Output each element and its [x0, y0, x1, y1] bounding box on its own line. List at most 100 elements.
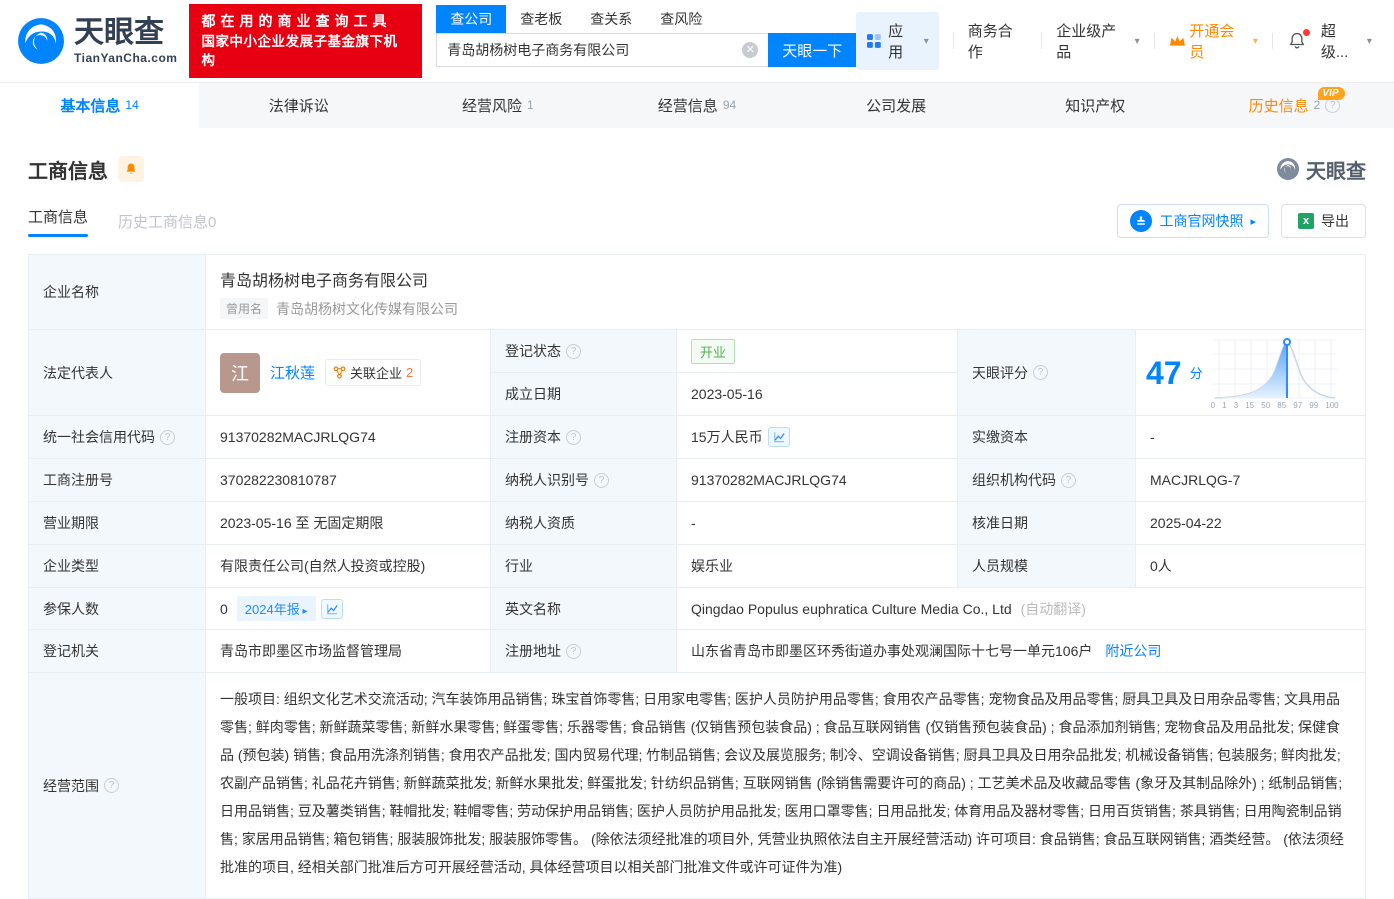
chevron-down-icon: ▾ — [924, 36, 929, 47]
annual-report-badge[interactable]: 2024年报 — [237, 596, 316, 621]
legal-rep-avatar[interactable]: 江 — [220, 353, 260, 393]
help-icon[interactable] — [566, 430, 581, 445]
scope-text: 一般项目: 组织文化艺术交流活动; 汽车装饰用品销售; 珠宝首饰零售; 日用家电… — [206, 673, 1365, 898]
taxpayer-quality-value: - — [677, 502, 958, 545]
company-type-value: 有限责任公司(自然人投资或控股) — [206, 545, 491, 588]
arrow-right-icon: ▸ — [1250, 215, 1256, 228]
credit-code-value: 91370282MACJRLQG74 — [206, 416, 491, 459]
reg-capital-label: 注册资本 — [491, 416, 677, 459]
notifications-bell[interactable] — [1287, 31, 1307, 51]
tab-operation-risk[interactable]: 经营风险 1 — [398, 83, 597, 128]
brand-slogan-banner: 都在用的商业查询工具 国家中小企业发展子基金旗下机构 — [189, 4, 422, 77]
business-info-table: 企业名称 青岛胡杨树电子商务有限公司 曾用名 青岛胡杨树文化传媒有限公司 法定代… — [28, 254, 1366, 899]
score-cell[interactable]: 47 分 — [1136, 330, 1365, 416]
taxpayer-id-value: 91370282MACJRLQG74 — [677, 459, 958, 502]
monitor-bell-button[interactable] — [118, 156, 144, 182]
vip-badge: VIP — [1318, 87, 1344, 100]
help-icon[interactable] — [594, 473, 609, 488]
reg-status-cell: 开业 — [677, 330, 958, 373]
company-type-label: 企业类型 — [29, 545, 206, 588]
english-name-value: Qingdao Populus euphratica Culture Media… — [677, 588, 1365, 630]
nearby-companies-link[interactable]: 附近公司 — [1105, 641, 1161, 661]
approval-date-value: 2025-04-22 — [1136, 502, 1365, 545]
search-tabs: 查公司 查老板 查关系 查风险 — [436, 5, 856, 33]
org-code-label: 组织机构代码 — [958, 459, 1136, 502]
tab-intellectual-property[interactable]: 知识产权 — [996, 83, 1195, 128]
tab-basic-info[interactable]: 基本信息 14 — [0, 83, 199, 128]
tianyancha-logo[interactable]: 天眼查 TianYanCha.com — [16, 16, 177, 66]
help-icon[interactable] — [566, 344, 581, 359]
excel-icon — [1298, 213, 1314, 229]
chevron-down-icon: ▾ — [1253, 36, 1258, 47]
help-icon[interactable] — [1061, 473, 1076, 488]
search-tab-company[interactable]: 查公司 — [436, 5, 506, 33]
search-input[interactable] — [436, 33, 768, 67]
score-label: 天眼评分 — [958, 330, 1136, 416]
tab-company-development[interactable]: 公司发展 — [797, 83, 996, 128]
insured-label: 参保人数 — [29, 588, 206, 630]
company-name: 青岛胡杨树电子商务有限公司 — [220, 267, 1351, 291]
industry-label: 行业 — [491, 545, 677, 588]
bell-icon — [124, 162, 138, 176]
help-icon[interactable] — [160, 430, 175, 445]
subtab-history-business-info[interactable]: 历史工商信息0 — [118, 211, 216, 232]
reg-number-value: 370282230810787 — [206, 459, 491, 502]
address-label: 注册地址 — [491, 630, 677, 673]
help-icon[interactable] — [566, 644, 581, 659]
table-row: 企业类型 有限责任公司(自然人投资或控股) 行业 娱乐业 人员规模 0人 — [29, 545, 1365, 588]
status-badge: 开业 — [691, 339, 735, 364]
tianyancha-watermark: 天眼查 — [1276, 155, 1366, 184]
notification-dot — [1303, 29, 1310, 36]
nav-enterprise-products[interactable]: 企业级产品 ▾ — [1056, 20, 1139, 62]
trend-chart-icon[interactable] — [768, 427, 790, 447]
network-icon — [333, 366, 346, 379]
export-button[interactable]: 导出 — [1281, 204, 1366, 238]
table-row: 登记机关 青岛市即墨区市场监督管理局 注册地址 山东省青岛市即墨区环秀街道办事处… — [29, 630, 1365, 673]
search-area: 查公司 查老板 查关系 查风险 天眼一下 — [436, 5, 856, 67]
apps-grid-icon — [866, 33, 882, 49]
search-tab-boss[interactable]: 查老板 — [506, 5, 576, 33]
tab-history-info[interactable]: 历史信息 2 VIP — [1195, 83, 1394, 128]
score-distribution-chart: 0131550859799100 — [1211, 338, 1339, 410]
table-row: 工商注册号 370282230810787 纳税人识别号 91370282MAC… — [29, 459, 1365, 502]
legal-rep-cell: 江 江秋莲 关联企业 2 — [206, 330, 491, 416]
tab-legal-litigation[interactable]: 法律诉讼 — [199, 83, 398, 128]
slogan-line2: 国家中小企业发展子基金旗下机构 — [201, 32, 410, 71]
approval-date-label: 核准日期 — [958, 502, 1136, 545]
help-icon[interactable] — [1033, 365, 1048, 380]
subtab-business-info[interactable]: 工商信息 — [28, 206, 88, 237]
english-name-label: 英文名称 — [491, 588, 677, 630]
nav-cooperation[interactable]: 商务合作 — [968, 20, 1028, 62]
former-name: 青岛胡杨树文化传媒有限公司 — [276, 299, 458, 319]
help-icon[interactable] — [1325, 98, 1340, 113]
trend-chart-icon[interactable] — [321, 599, 343, 619]
paid-capital-value: - — [1136, 416, 1365, 459]
chevron-down-icon: ▾ — [1135, 36, 1140, 47]
table-row: 参保人数 0 2024年报 英文名称 Qingdao Populus euphr… — [29, 588, 1365, 630]
insured-value: 0 2024年报 — [206, 588, 491, 630]
search-tab-relation[interactable]: 查关系 — [576, 5, 646, 33]
table-row: 企业名称 青岛胡杨树电子商务有限公司 曾用名 青岛胡杨树文化传媒有限公司 — [29, 255, 1365, 330]
score-value: 47 — [1146, 357, 1182, 389]
table-row: 统一社会信用代码 91370282MACJRLQG74 注册资本 15万人民币 … — [29, 416, 1365, 459]
divider — [1272, 33, 1273, 49]
search-button[interactable]: 天眼一下 — [768, 33, 856, 67]
reg-capital-value: 15万人民币 — [677, 416, 958, 459]
staff-size-value: 0人 — [1136, 545, 1365, 588]
establish-date-cell: 2023-05-16 — [677, 373, 958, 416]
nav-open-vip[interactable]: 开通会员 ▾ — [1169, 20, 1258, 62]
official-snapshot-button[interactable]: 工商官网快照 ▸ — [1117, 204, 1269, 238]
apps-menu[interactable]: 应用 ▾ — [856, 12, 939, 70]
related-companies-badge[interactable]: 关联企业 2 — [325, 359, 421, 386]
registry-label: 登记机关 — [29, 630, 206, 673]
legal-rep-name-link[interactable]: 江秋莲 — [270, 362, 315, 383]
tab-operation-info[interactable]: 经营信息 94 — [597, 83, 796, 128]
business-term-value: 2023-05-16 至 无固定期限 — [206, 502, 491, 545]
search-tab-risk[interactable]: 查风险 — [646, 5, 716, 33]
brand-name: 天眼查 — [74, 18, 177, 48]
stamp-icon — [1130, 210, 1152, 232]
nav-account[interactable]: 超级... ▾ — [1321, 20, 1372, 62]
help-icon[interactable] — [104, 778, 119, 793]
credit-code-label: 统一社会信用代码 — [29, 416, 206, 459]
taxpayer-id-label: 纳税人识别号 — [491, 459, 677, 502]
